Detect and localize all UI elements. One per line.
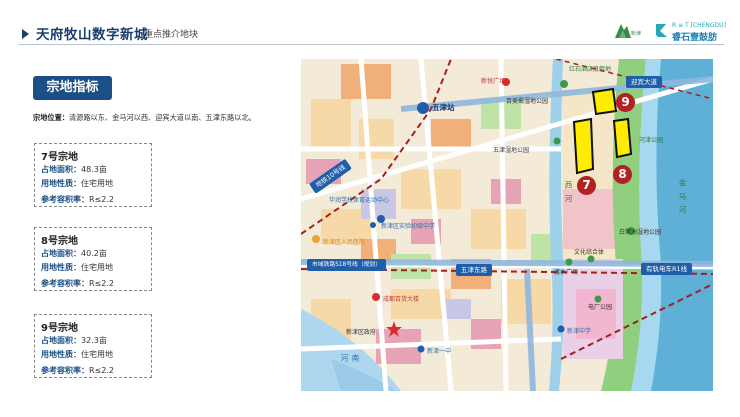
plot-far-row: 参考容积率：R≤2.2 <box>41 278 114 289</box>
map-label-baidu: 白鹭洲湿地公园 <box>619 229 662 236</box>
section-title: 宗地指标 <box>33 76 112 100</box>
plot-7-marker: 7 <box>577 176 596 195</box>
yingbin-road-badge: 迎宾大道 <box>626 76 662 88</box>
plot-card-7: 7号宗地 占地面积：48.3亩 用地性质：住宅用地 参考容积率：R≤2.2 <box>34 143 152 207</box>
area-value: 48.3亩 <box>81 165 107 174</box>
map-label-baimei: 百美蜀湿地公园 <box>506 98 549 105</box>
far-value: R≤2.2 <box>89 366 114 375</box>
use-label: 用地性质： <box>41 350 81 359</box>
use-value: 住宅用地 <box>81 263 113 272</box>
location-map: 五津站 迎宾大道 五津东路 市域铁路S18号线（规划） 有轨电车R1线 地铁10… <box>301 59 713 391</box>
map-base <box>301 59 713 391</box>
tram-r1-badge: 有轨电车R1线 <box>641 263 693 275</box>
xinjin-logo: 新津 <box>611 20 645 42</box>
map-label-xinshi: 新悦广场 <box>481 78 506 85</box>
area-label: 占地面积： <box>41 165 81 174</box>
far-value: R≤2.2 <box>89 195 114 204</box>
plot-area-row: 占地面积：32.3亩 <box>41 335 107 346</box>
plot-use-row: 用地性质：住宅用地 <box>41 178 113 189</box>
location-text: 清源路以东、金马河以西、迎宾大道以南、五津东路以北。 <box>68 113 256 122</box>
plot-title: 7号宗地 <box>41 152 78 163</box>
map-label-shiyan: 新津区实验初级中学 <box>381 223 436 230</box>
map-label-hospital: 新津区人民医院 <box>323 239 366 246</box>
use-value: 住宅用地 <box>81 179 113 188</box>
area-value: 40.2亩 <box>81 249 107 258</box>
use-value: 住宅用地 <box>81 350 113 359</box>
wujin-east-road-badge: 五津东路 <box>456 264 492 276</box>
map-label-wujin-park: 五津湿地公园 <box>493 147 530 154</box>
company-logo-en: R ≡ T [CHENGDU] <box>672 22 726 29</box>
plot-card-8: 8号宗地 占地面积：40.2亩 用地性质：住宅用地 参考容积率：R≤2.2 <box>34 227 152 291</box>
plot-location: 宗地位置：清源路以东、金马河以西、迎宾大道以南、五津东路以北。 <box>33 113 256 123</box>
plot-far-row: 参考容积率：R≤2.2 <box>41 194 114 205</box>
page-title: 天府牧山数字新城 <box>36 27 148 43</box>
page-subtitle: 重点推介地块 <box>144 30 199 40</box>
s18-rail-badge: 市域铁路S18号线（规划） <box>307 259 387 271</box>
map-label-hongshi: 红石酒店度假地 <box>569 66 612 73</box>
plot-use-row: 用地性质：住宅用地 <box>41 262 113 273</box>
far-label: 参考容积率： <box>41 366 89 375</box>
header-divider <box>18 44 724 45</box>
location-label: 宗地位置： <box>33 113 69 122</box>
use-label: 用地性质： <box>41 179 81 188</box>
map-label-jinma: 金马河 <box>678 179 687 220</box>
area-value: 32.3亩 <box>81 336 107 345</box>
map-label-chengdu-bldg: 成都百货大楼 <box>383 296 420 303</box>
plot-card-9: 9号宗地 占地面积：32.3亩 用地性质：住宅用地 参考容积率：R≤2.2 <box>34 314 152 378</box>
map-label-xihe: 西河 <box>564 181 573 208</box>
far-value: R≤2.2 <box>89 279 114 288</box>
map-label-xinjin1: 新津一中 <box>427 348 452 355</box>
far-label: 参考容积率： <box>41 279 89 288</box>
map-label-hejin: 河津公园 <box>639 137 664 144</box>
plot-title: 9号宗地 <box>41 323 78 334</box>
wujin-station-label: 五津站 <box>432 103 455 112</box>
plot-area-row: 占地面积：40.2亩 <box>41 248 107 259</box>
page-header: 天府牧山数字新城 重点推介地块 新津 R ≡ T [CHENGDU] 睿石壹鼓肪 <box>0 0 740 43</box>
company-logo-cn: 睿石壹鼓肪 <box>672 33 718 43</box>
map-label-wenhua: 文化综合体 <box>574 249 605 256</box>
map-label-gov: 新津区政府 <box>346 329 377 336</box>
far-label: 参考容积率： <box>41 195 89 204</box>
plot-far-row: 参考容积率：R≤2.2 <box>41 365 114 376</box>
area-label: 占地面积： <box>41 249 81 258</box>
plot-title: 8号宗地 <box>41 236 78 247</box>
map-label-nanhe: 南河 <box>340 354 360 376</box>
company-logo: R ≡ T [CHENGDU] 睿石壹鼓肪 <box>655 20 726 43</box>
plot-use-row: 用地性质：住宅用地 <box>41 349 113 360</box>
use-label: 用地性质： <box>41 263 81 272</box>
plot-9-marker: 9 <box>616 93 635 112</box>
map-label-school-sports: 华润学校体育运动中心 <box>329 197 390 204</box>
title-marker-icon <box>22 29 29 39</box>
map-label-dutian: 渡水广场 <box>554 269 579 276</box>
area-label: 占地面积： <box>41 336 81 345</box>
plot-area-row: 占地面积：48.3亩 <box>41 164 107 175</box>
plot-8-marker: 8 <box>613 165 632 184</box>
map-label-xinjin-mid: 新津中学 <box>567 328 592 335</box>
xinjin-logo-text: 新津 <box>631 31 642 37</box>
map-label-dianchang: 电厂公园 <box>588 304 613 311</box>
